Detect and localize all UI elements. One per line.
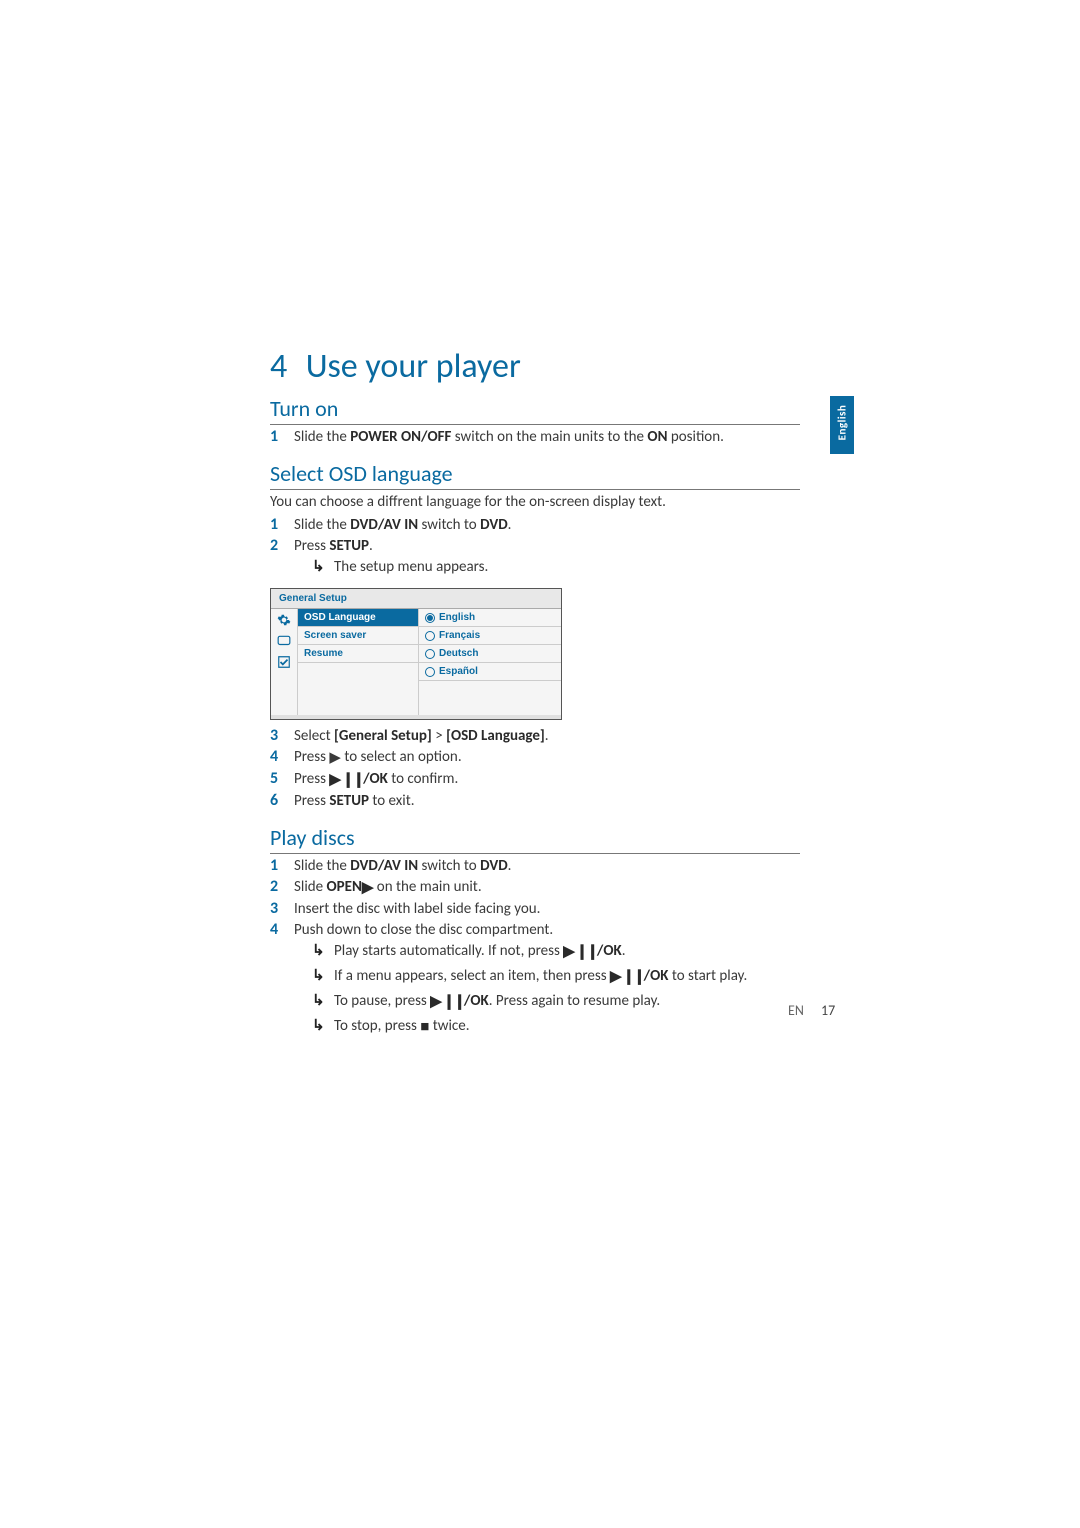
turn-on-step-1: 1 Slide the POWER ON/OFF switch on the m… [270, 427, 800, 446]
play-result-4: ↳ To stop, press ■ twice. [312, 1016, 800, 1039]
radio-icon [425, 649, 435, 659]
play-pause-icon: ▶ ❙❙ [430, 992, 464, 1014]
result-arrow-icon: ↳ [312, 557, 334, 579]
play-pause-icon: ▶ ❙❙ [610, 967, 644, 989]
result-arrow-icon: ↳ [312, 941, 334, 963]
gear-icon [277, 613, 291, 627]
step-text: Slide the POWER ON/OFF switch on the mai… [294, 428, 800, 446]
chapter-heading: 4 Use your player [270, 348, 800, 385]
chapter-title: Use your player [306, 346, 521, 387]
play-step-4: 4 Push down to close the disc compartmen… [270, 920, 800, 939]
right-triangle-icon: ▶ [329, 748, 341, 767]
step-text: Insert the disc with label side facing y… [294, 900, 800, 918]
step-number: 2 [270, 536, 294, 555]
page-number: 17 [821, 1002, 835, 1019]
language-tab: English [830, 396, 854, 454]
step-number: 3 [270, 726, 294, 745]
step-text: Press SETUP to exit. [294, 792, 800, 810]
osd-step-1: 1 Slide the DVD/AV IN switch to DVD. [270, 515, 800, 534]
play-result-3: ↳ To pause, press ▶ ❙❙/OK. Press again t… [312, 991, 800, 1014]
play-step-2: 2 Slide OPEN▶ on the main unit. [270, 877, 800, 897]
play-result-1: ↳ Play starts automatically. If not, pre… [312, 941, 800, 964]
osd-step-3: 3 Select [General Setup] > [OSD Language… [270, 726, 800, 745]
check-icon [277, 655, 291, 669]
play-step-1: 1 Slide the DVD/AV IN switch to DVD. [270, 856, 800, 875]
step-text: Slide the DVD/AV IN switch to DVD. [294, 516, 800, 534]
language-tab-label: English [836, 401, 849, 445]
osd-option-francais: Français [419, 627, 561, 645]
chapter-number: 4 [270, 348, 298, 385]
step-number: 3 [270, 899, 294, 918]
osd-item-osd-language: OSD Language [298, 609, 418, 627]
osd-option-espanol: Español [419, 663, 561, 681]
section-osd-language: Select OSD language [270, 460, 800, 490]
radio-selected-icon [425, 613, 435, 623]
osd-step-5: 5 Press ▶ ❙❙/OK to confirm. [270, 769, 800, 789]
step-text: Select [General Setup] > [OSD Language]. [294, 727, 800, 745]
radio-icon [425, 631, 435, 641]
osd-step-2-result: ↳ The setup menu appears. [312, 557, 800, 579]
osd-option-list: English Français Deutsch Español [419, 609, 561, 715]
play-step-3: 3 Insert the disc with label side facing… [270, 899, 800, 918]
step-number: 4 [270, 747, 294, 766]
step-text: Push down to close the disc compartment. [294, 921, 800, 939]
page-footer: EN 17 [788, 1002, 835, 1019]
footer-lang: EN [788, 1002, 804, 1019]
osd-option-deutsch: Deutsch [419, 645, 561, 663]
step-number: 1 [270, 856, 294, 875]
osd-step-2: 2 Press SETUP. [270, 536, 800, 555]
stop-icon: ■ [420, 1017, 429, 1039]
step-number: 4 [270, 920, 294, 939]
result-arrow-icon: ↳ [312, 991, 334, 1013]
osd-step-6: 6 Press SETUP to exit. [270, 791, 800, 810]
result-arrow-icon: ↳ [312, 966, 334, 988]
step-number: 1 [270, 515, 294, 534]
osd-left-menu: OSD Language Screen saver Resume [298, 609, 419, 715]
step-text: Slide the DVD/AV IN switch to DVD. [294, 857, 800, 875]
play-result-2: ↳ If a menu appears, select an item, the… [312, 966, 800, 989]
result-arrow-icon: ↳ [312, 1016, 334, 1038]
play-pause-icon: ▶ ❙❙ [329, 770, 363, 789]
screen-icon [277, 635, 291, 647]
play-pause-icon: ▶ ❙❙ [563, 942, 597, 964]
section-turn-on: Turn on [270, 395, 800, 425]
osd-intro: You can choose a diffrent language for t… [270, 492, 800, 512]
osd-menu-screenshot: General Setup OSD Language Screen saver … [270, 588, 562, 720]
manual-page: 4 Use your player Turn on 1 Slide the PO… [270, 348, 800, 1040]
step-number: 1 [270, 427, 294, 446]
osd-item-screen-saver: Screen saver [298, 627, 418, 645]
osd-step-4: 4 Press ▶ to select an option. [270, 747, 800, 767]
osd-title: General Setup [271, 589, 561, 609]
osd-item-resume: Resume [298, 645, 418, 663]
osd-option-english: English [419, 609, 561, 627]
radio-icon [425, 667, 435, 677]
step-text: Press ▶ ❙❙/OK to confirm. [294, 770, 800, 789]
section-play-discs: Play discs [270, 824, 800, 854]
right-triangle-icon: ▶ [362, 878, 374, 897]
step-number: 6 [270, 791, 294, 810]
step-text: Press SETUP. [294, 537, 800, 555]
step-text: Slide OPEN▶ on the main unit. [294, 878, 800, 897]
step-number: 2 [270, 877, 294, 896]
step-text: Press ▶ to select an option. [294, 748, 800, 767]
osd-icon-column [271, 609, 298, 715]
step-number: 5 [270, 769, 294, 788]
